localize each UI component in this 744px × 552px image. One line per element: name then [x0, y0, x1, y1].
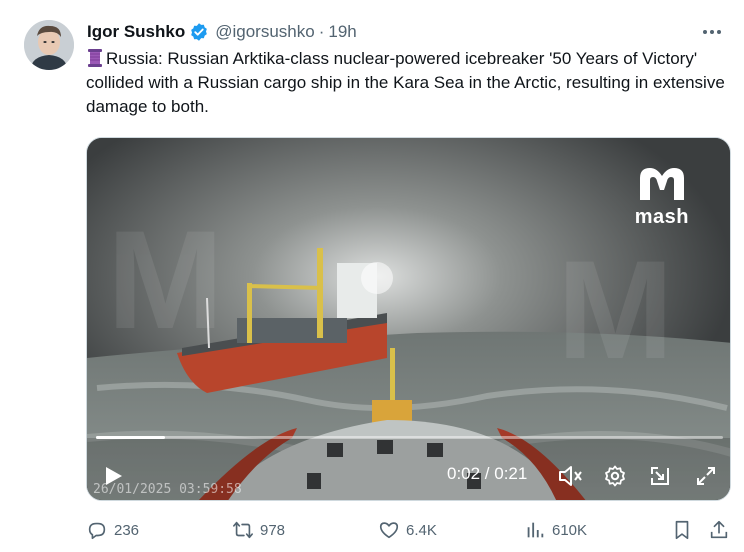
video-overlay-timestamp: 26/01/2025 03:59:58: [93, 482, 242, 497]
video-timecode: 0:02 / 0:21: [447, 464, 528, 483]
fullscreen-icon[interactable]: [693, 463, 719, 489]
video-player[interactable]: M M mash 0:02 / 0:21 26/01/2025 03:59:58: [86, 137, 731, 501]
heart-icon: [379, 522, 399, 539]
avatar[interactable]: [24, 20, 74, 70]
like-button[interactable]: 6.4K: [378, 517, 437, 543]
share-button[interactable]: [708, 517, 730, 543]
more-options-icon[interactable]: [700, 22, 724, 42]
video-progress-fill: [96, 436, 165, 439]
tweet-text: Russia: Russian Arktika-class nuclear-po…: [86, 47, 726, 119]
analytics-icon: [527, 522, 544, 538]
share-icon: [710, 520, 728, 539]
view-count: 610K: [552, 521, 588, 539]
settings-gear-icon[interactable]: [602, 463, 628, 489]
thread-spool-icon: [86, 48, 104, 68]
like-count: 6.4K: [406, 521, 437, 539]
bookmark-icon: [675, 520, 689, 540]
minimize-player-icon[interactable]: [647, 463, 673, 489]
bookmark-button[interactable]: [671, 517, 693, 543]
repost-button[interactable]: 978: [232, 517, 285, 543]
reply-icon: [88, 522, 106, 540]
tweet-header: Igor Sushko @igorsushko · 19h: [87, 20, 357, 44]
views-button[interactable]: 610K: [524, 517, 587, 543]
author-name[interactable]: Igor Sushko: [87, 20, 185, 44]
tweet: Igor Sushko @igorsushko · 19h Russia: Ru…: [0, 0, 744, 552]
separator-dot: ·: [318, 22, 325, 41]
tweet-actions: 236 978 6.4K 610K: [86, 517, 732, 543]
verified-badge-icon: [189, 22, 209, 42]
video-progress-bar[interactable]: [96, 436, 723, 439]
reply-button[interactable]: 236: [86, 517, 139, 543]
tweet-body: Russia: Russian Arktika-class nuclear-po…: [86, 49, 725, 116]
tweet-timestamp[interactable]: 19h: [328, 20, 356, 44]
repost-icon: [233, 521, 253, 539]
svg-text:M: M: [107, 201, 224, 358]
reply-count: 236: [114, 521, 140, 539]
svg-text:M: M: [557, 231, 674, 388]
watermark-text: mash: [634, 206, 689, 228]
volume-muted-icon[interactable]: [556, 463, 584, 489]
author-handle[interactable]: @igorsushko: [215, 20, 314, 44]
repost-count: 978: [260, 521, 286, 539]
